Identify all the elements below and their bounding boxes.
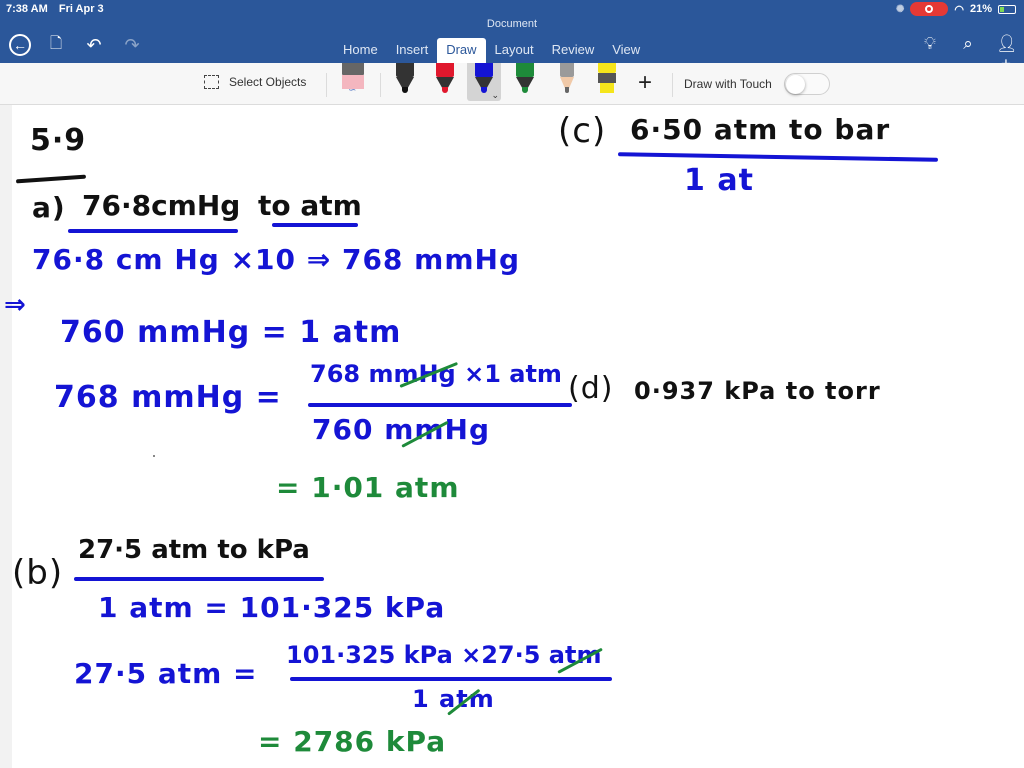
plus-icon: + xyxy=(638,69,653,96)
stray-dot xyxy=(153,455,155,457)
pen-icon xyxy=(516,63,534,77)
part-b-prompt: 27·5 atm to kPa xyxy=(78,535,310,565)
implies-arrow: ⇒ xyxy=(4,290,27,320)
tab-home[interactable]: Home xyxy=(334,38,387,63)
draw-with-touch-label: Draw with Touch xyxy=(684,77,772,91)
black-pen-tool[interactable] xyxy=(388,63,422,101)
part-b-lhs: 27·5 atm = xyxy=(74,657,258,690)
document-canvas[interactable]: 5·9 a) 76·8cmHg to atm 76·8 cm Hg ×10 ⇒ … xyxy=(4,105,1024,768)
brightness-icon: ✺ xyxy=(895,3,905,15)
part-c-label: (c) xyxy=(558,111,607,151)
part-b-fraction-bar xyxy=(74,577,324,581)
status-time: 7:38 AM xyxy=(6,3,48,15)
green-pen-tool[interactable] xyxy=(508,63,542,101)
part-a-label: a) xyxy=(32,191,66,224)
part-a-numerator: 768 mmHg ×1 atm xyxy=(310,360,562,388)
chevron-down-icon[interactable]: ⌄ xyxy=(491,90,499,101)
part-a-fraction-bar xyxy=(308,403,572,407)
wifi-icon: ◠ xyxy=(954,3,964,16)
eraser-icon xyxy=(342,63,364,75)
part-b-result: = 2786 kPa xyxy=(258,725,447,758)
battery-percent: 21% xyxy=(969,3,992,15)
part-a-line1: 76·8 cm Hg ×10 ⇒ 768 mmHg xyxy=(32,243,520,276)
pen-point xyxy=(402,87,408,93)
pen-point xyxy=(481,87,487,93)
problem-number: 5·9 xyxy=(30,123,87,158)
pen-icon xyxy=(396,63,414,77)
part-a-line2: 760 mmHg = 1 atm xyxy=(60,315,402,350)
part-b-numerator: 101·325 kPa ×27·5 atm xyxy=(286,641,602,669)
tab-draw[interactable]: Draw xyxy=(437,38,486,63)
select-objects-label: Select Objects xyxy=(229,75,307,89)
tab-layout[interactable]: Layout xyxy=(486,38,543,63)
pencil-icon xyxy=(560,63,574,77)
part-d-prompt: 0·937 kPa to torr xyxy=(634,377,881,405)
highlighter-tip xyxy=(600,83,614,93)
part-a-underline-2 xyxy=(272,223,358,227)
heading-underline xyxy=(15,174,87,184)
select-objects-icon xyxy=(204,75,219,89)
eraser-wave: ∽ xyxy=(348,85,357,96)
app-header: 7:38 AM Fri Apr 3 ✺ ◠ 21% Document ← 🗋 ↶… xyxy=(0,0,1024,73)
ribbon-divider xyxy=(672,73,673,97)
pencil-tool[interactable] xyxy=(550,63,584,101)
pen-point xyxy=(442,87,448,93)
redo-button[interactable]: ↷ xyxy=(120,33,144,57)
red-pen-tool[interactable] xyxy=(428,63,462,101)
status-date: Fri Apr 3 xyxy=(58,3,104,15)
part-c-prompt: 6·50 atm to bar xyxy=(630,113,891,146)
draw-with-touch-toggle[interactable] xyxy=(784,73,830,95)
part-a-target: to atm xyxy=(258,189,362,222)
undo-button[interactable]: ↶ xyxy=(82,33,106,57)
select-objects-button[interactable]: Select Objects xyxy=(204,75,306,89)
pencil-point xyxy=(565,87,569,93)
back-button[interactable]: ← xyxy=(8,33,32,57)
part-c-line1: 1 at xyxy=(684,163,754,198)
highlighter-tool[interactable] xyxy=(590,63,624,101)
blue-pen-tool[interactable]: ⌄ xyxy=(467,63,501,101)
file-icon: 🗋 xyxy=(49,34,63,52)
tab-review[interactable]: Review xyxy=(543,38,604,63)
part-a-underline-1 xyxy=(68,229,238,233)
document-title: Document xyxy=(486,18,538,30)
part-a-lhs: 768 mmHg = xyxy=(54,380,282,415)
ribbon-divider xyxy=(380,73,381,97)
pen-icon xyxy=(475,63,493,77)
part-d-label: (d) xyxy=(568,371,614,406)
highlighter-icon xyxy=(598,63,616,73)
ribbon-tabs: Home Insert Draw Layout Review View xyxy=(334,38,649,63)
part-b-fraction-bar-2 xyxy=(290,677,612,681)
tab-insert[interactable]: Insert xyxy=(387,38,438,63)
part-a-denominator: 760 mmHg xyxy=(312,413,491,446)
tab-view[interactable]: View xyxy=(603,38,649,63)
screen-recording-icon xyxy=(910,2,949,16)
word-app: 7:38 AM Fri Apr 3 ✺ ◠ 21% Document ← 🗋 ↶… xyxy=(0,0,1024,768)
pen-icon xyxy=(436,63,454,77)
add-pen-button[interactable]: + xyxy=(638,69,652,97)
redo-icon: ↷ xyxy=(124,34,140,55)
eraser-tool[interactable]: ∽ xyxy=(336,63,370,101)
part-c-fraction-bar xyxy=(617,152,939,162)
part-a-value: 76·8cmHg xyxy=(82,189,241,222)
draw-ribbon: Select Objects ∽ ⌄ + Draw with Touch xyxy=(0,63,1024,105)
part-b-line1: 1 atm = 101·325 kPa xyxy=(98,591,446,624)
status-bar-right: ✺ ◠ 21% xyxy=(896,2,1016,16)
back-arrow-icon: ← xyxy=(9,34,31,56)
status-bar-left: 7:38 AM Fri Apr 3 xyxy=(6,3,112,15)
part-b-label: (b) xyxy=(12,553,64,593)
highlighter-band xyxy=(598,73,616,83)
part-a-result: = 1·01 atm xyxy=(276,471,460,504)
file-button[interactable]: 🗋 xyxy=(44,33,68,57)
pen-point xyxy=(522,87,528,93)
battery-icon xyxy=(998,4,1016,14)
ribbon-divider xyxy=(326,73,327,97)
undo-icon: ↶ xyxy=(86,34,102,55)
